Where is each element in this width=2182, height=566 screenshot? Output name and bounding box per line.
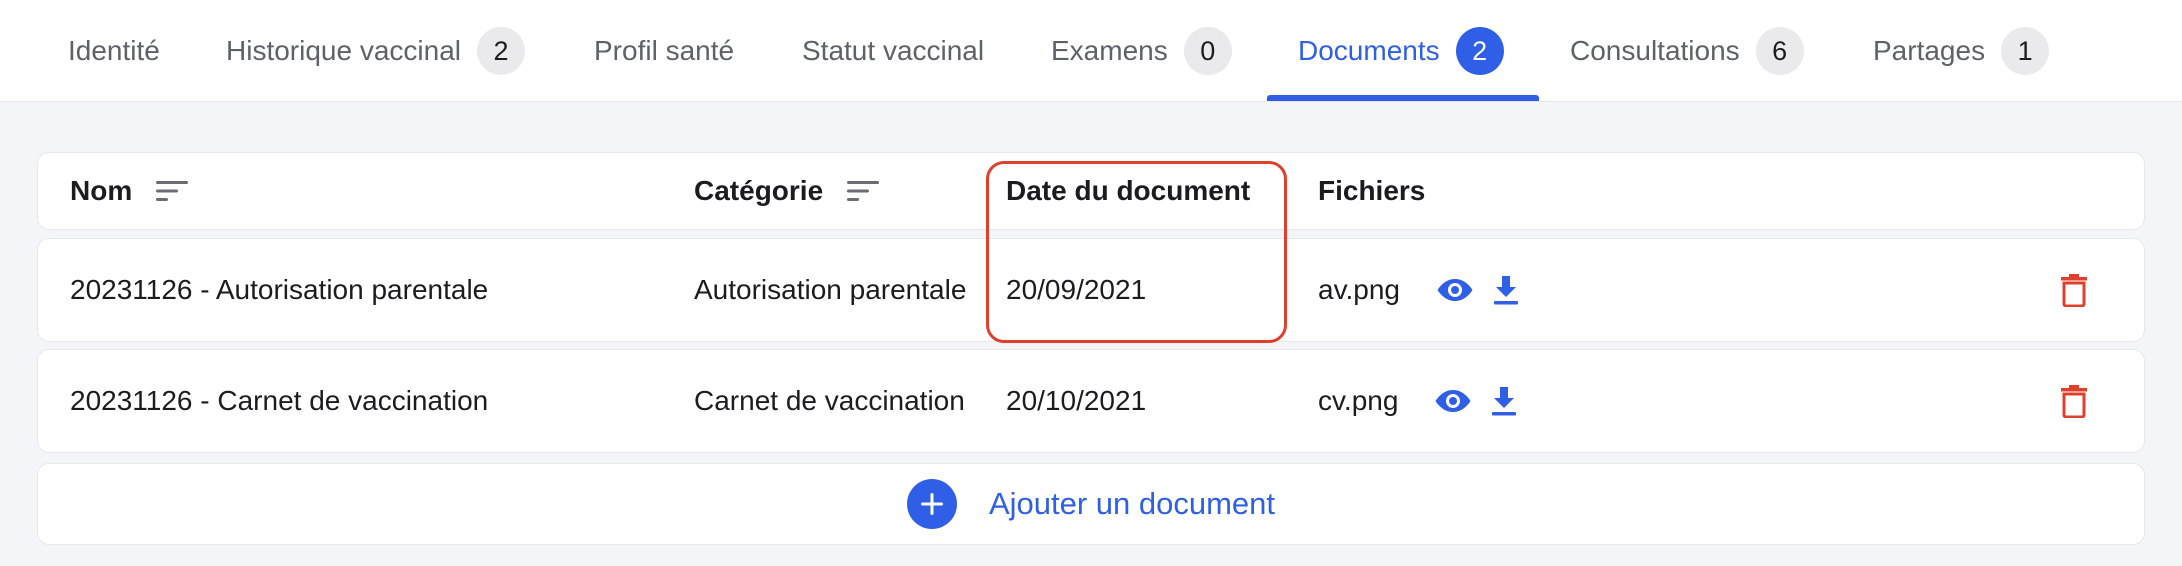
tab-label: Partages [1873,35,1986,66]
file-name: av.png [1318,274,1400,305]
document-name: 20231126 - Carnet de vaccination [70,385,489,416]
document-category: Carnet de vaccination [694,385,965,416]
tab-label: Consultations [1570,35,1740,66]
tab-label: Profil santé [594,35,735,66]
tab-count-badge: 0 [1183,27,1232,75]
tab-examens[interactable]: Examens 0 [1051,0,1232,102]
tab-bar: Identité Historique vaccinal 2 Profil sa… [0,0,2182,102]
table-row: 20231126 - Autorisation parentale Autori… [37,238,2145,342]
tab-label: Examens [1051,35,1168,66]
eye-icon[interactable] [1436,277,1474,303]
document-name: 20231126 - Autorisation parentale [70,274,489,305]
document-files: cv.png [1318,350,1518,452]
table-header: Nom Catégorie Date du document Fichiers [37,152,2145,230]
document-date: 20/10/2021 [1006,385,1147,416]
table-row: 20231126 - Carnet de vaccination Carnet … [37,349,2145,453]
eye-icon[interactable] [1434,388,1472,414]
tab-label: Historique vaccinal [226,35,461,66]
sort-icon[interactable] [847,179,880,203]
document-date: 20/09/2021 [1006,274,1147,305]
tab-count-badge: 2 [477,27,525,75]
download-icon[interactable] [1490,385,1518,417]
plus-icon[interactable] [906,479,957,529]
add-document-button[interactable]: Ajouter un document [38,464,2144,544]
tab-count-badge: 1 [2001,27,2050,75]
delete-button[interactable] [2060,239,2088,341]
sort-icon[interactable] [156,179,189,203]
tab-label: Documents [1298,35,1440,66]
add-document-card: Ajouter un document [37,463,2145,545]
tab-consultations[interactable]: Consultations 6 [1570,0,1804,102]
column-header-label: Catégorie [694,175,824,206]
active-tab-indicator [1267,95,1539,101]
file-name: cv.png [1318,385,1399,416]
tab-count-badge: 2 [1455,27,1504,75]
column-header-nom[interactable]: Nom [70,153,189,229]
column-header-categorie[interactable]: Catégorie [694,153,880,229]
tab-documents[interactable]: Documents 2 [1298,0,1504,102]
tab-profil-sante[interactable]: Profil santé [594,0,734,102]
tab-label: Identité [68,35,160,66]
add-document-label: Ajouter un document [988,486,1276,521]
column-header-label: Date du document [1006,175,1251,206]
trash-icon[interactable] [2060,384,2088,418]
tab-statut-vaccinal[interactable]: Statut vaccinal [802,0,984,102]
column-header-label: Fichiers [1318,175,1426,206]
tab-identite[interactable]: Identité [68,0,160,102]
document-files: av.png [1318,239,1520,341]
tab-historique-vaccinal[interactable]: Historique vaccinal 2 [226,0,525,102]
tab-count-badge: 6 [1755,27,1804,75]
delete-button[interactable] [2060,350,2088,452]
column-header-date: Date du document [1006,153,1250,229]
document-category: Autorisation parentale [694,274,967,305]
trash-icon[interactable] [2060,273,2088,307]
column-header-fichiers: Fichiers [1318,153,1425,229]
column-header-label: Nom [70,175,133,206]
download-icon[interactable] [1492,274,1520,306]
tab-label: Statut vaccinal [802,35,985,66]
tab-partages[interactable]: Partages 1 [1873,0,2050,102]
